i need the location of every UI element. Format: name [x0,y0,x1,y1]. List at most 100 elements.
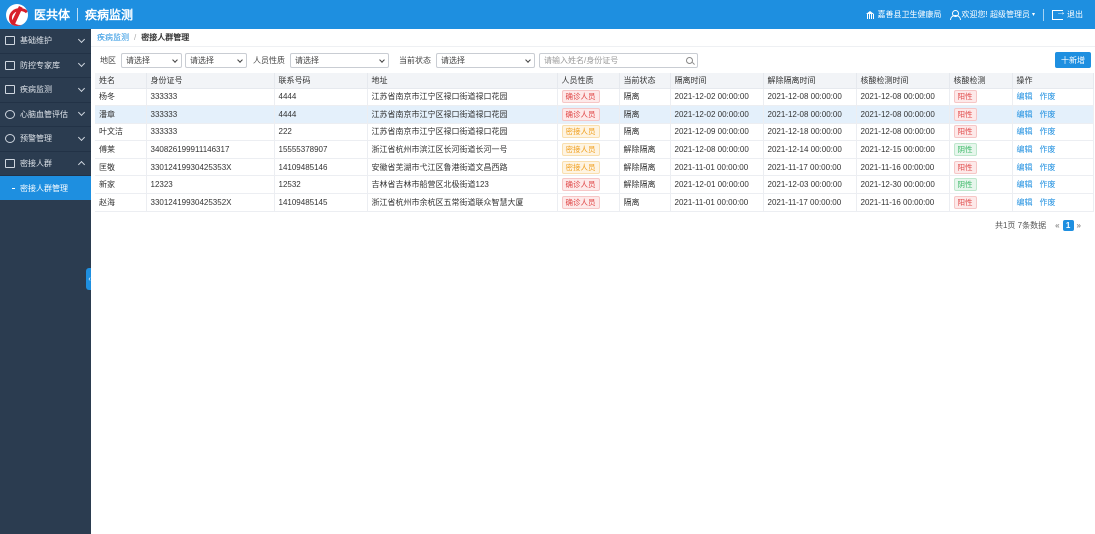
cell-test-time-text: 2021-12-15 00:00:00 [860,145,935,155]
cell-status: 解除隔离 [619,158,671,177]
cell-id-number: 333333 [146,88,275,107]
cell-address-text: 江苏省南京市江宁区禄口街道禄口花园 [371,127,508,137]
table-row[interactable]: 赵海 33012419930425352X 14109485145 浙江省杭州市余杭区… [95,193,1094,212]
region-select-city[interactable]: 请选择 [185,52,247,68]
library-icon [5,60,15,70]
chevron-down-icon: ▾ [1031,12,1035,18]
table-row[interactable]: 潘章 333333 4444 江苏省南京市江宁区禄口街道禄口花园 确诊人员 隔离 2021-… [95,105,1094,124]
table-row[interactable]: 杨冬 333333 4444 江苏省南京市江宁区禄口街道禄口花园 确诊人员 隔离 2021-… [95,88,1094,107]
cell-phone: 4444 [274,88,368,107]
logout-button[interactable]: 退出 [1052,7,1083,20]
cell-isolation-time-text: 2021-11-01 00:00:00 [674,162,749,172]
sidebar-item-close-contacts[interactable]: 密接人群 [0,152,91,176]
status-select[interactable]: 请选择 [436,52,535,68]
cell-isolation-time-text: 2021-11-01 00:00:00 [674,197,749,207]
sidebar-item-basic-maintenance[interactable]: 基础维护 [0,29,91,54]
edit-button[interactable]: 编辑 [1017,198,1033,207]
edit-button[interactable]: 编辑 [1017,92,1033,101]
cell-name: 赵海 [95,193,147,212]
cell-name: 潘章 [95,105,147,124]
sidebar-item-alert-management[interactable]: 预警管理 [0,127,91,152]
cell-name-text: 叶文洁 [99,127,123,137]
void-button[interactable]: 作废 [1040,92,1056,101]
bullet-icon [12,187,15,189]
cell-person-type: 密接人员 [557,158,620,177]
void-button[interactable]: 作废 [1040,145,1056,154]
table-row[interactable]: 叶文洁 333333 222 江苏省南京市江宁区禄口街道禄口花园 密接人员 隔离 2021-… [95,123,1094,142]
breadcrumb-link-disease-monitoring[interactable]: 疾病监测 [97,32,129,43]
cell-status: 隔离 [619,123,671,142]
search-input[interactable]: 请输入姓名/身份证号 [539,52,698,68]
cell-isolation-time-text: 2021-12-02 00:00:00 [674,109,749,119]
test-result-badge: 阳性 [953,195,977,209]
table-row[interactable]: 新家 12323 12532 吉林省吉林市船营区北极街道123 确诊人员 解除隔离 2021… [95,175,1094,195]
next-page-button[interactable]: » [1077,221,1081,230]
cell-id-number-text: 333333 [150,127,178,137]
edit-button[interactable]: 编辑 [1017,163,1033,172]
cell-phone-text: 12532 [278,180,301,190]
pagination: 共1页 7条数据 « 1 » [91,219,1095,231]
person-type-select[interactable]: 请选择 [290,52,389,68]
cell-isolation-time: 2021-11-01 00:00:00 [670,158,764,177]
user-menu[interactable]: 欢迎您! 超级管理员 ▾ [949,9,1035,20]
cell-isolation-time: 2021-12-02 00:00:00 [670,88,764,107]
heart-icon [5,109,15,119]
region-select-province[interactable]: 请选择 [121,52,182,68]
search-icon[interactable] [686,56,693,64]
test-result-badge: 阳性 [953,107,977,121]
cell-actions: 编辑 作废 [1012,105,1094,124]
void-button[interactable]: 作废 [1040,163,1056,172]
sidebar-item-expert-library[interactable]: 防控专家库 [0,54,91,78]
cell-test-time-text: 2021-12-08 00:00:00 [860,127,935,137]
breadcrumb-separator: / [134,33,137,42]
cell-test-result: 阳性 [949,158,1013,177]
edit-button[interactable]: 编辑 [1017,127,1033,136]
column-header: 操作 [1012,73,1094,89]
person-type-badge: 确诊人员 [561,178,600,192]
column-header: 核酸检测时间 [856,73,950,89]
main-content: 疾病监测 / 密接人群管理 地区 请选择 请选择 人员性质 请选择 当前状态 请… [91,29,1095,534]
test-result-badge: 阳性 [953,160,977,174]
cell-person-type: 确诊人员 [557,193,620,212]
sidebar-item-disease-monitoring[interactable]: 疾病监测 [0,78,91,103]
cell-status-text: 解除隔离 [623,145,656,155]
cell-test-time-text: 2021-11-16 00:00:00 [860,197,935,207]
void-button[interactable]: 作废 [1040,127,1056,136]
cell-status-text: 解除隔离 [623,180,656,190]
edit-button[interactable]: 编辑 [1017,110,1033,119]
void-button[interactable]: 作废 [1040,110,1056,119]
cell-test-time: 2021-12-30 00:00:00 [856,175,950,195]
void-button[interactable]: 作废 [1040,180,1056,189]
sidebar-subitem-contact-management[interactable]: 密接人群管理 [0,176,91,200]
cell-name: 叶文洁 [95,123,147,142]
edit-button[interactable]: 编辑 [1017,145,1033,154]
page-number-button[interactable]: 1 [1062,219,1074,231]
cell-test-result: 阳性 [949,123,1013,142]
table-row[interactable]: 匡敬 33012419930425353X 14109485146 安徽省芜湖市弋江区… [95,158,1094,177]
filter-bar: 地区 请选择 请选择 人员性质 请选择 当前状态 请选择 请输入姓名/身份证号 … [91,47,1095,73]
cell-id-number-text: 333333 [150,92,178,102]
cell-release-time: 2021-12-14 00:00:00 [763,140,857,159]
cell-id-number: 333333 [146,123,275,142]
region-label: 地区 [100,55,116,65]
table-row[interactable]: 傅莱 340826199911146317 15555378907 浙江省杭州市滨江区… [95,140,1094,159]
header-right: 嘉善县卫生健康局 欢迎您! 超级管理员 ▾ 退出 [858,7,1083,21]
cell-release-time: 2021-12-18 00:00:00 [763,123,857,142]
test-result-badge: 阴性 [953,178,977,192]
org-info: 嘉善县卫生健康局 [865,9,942,20]
cell-release-time-text: 2021-12-08 00:00:00 [767,92,842,102]
breadcrumb: 疾病监测 / 密接人群管理 [91,29,1095,47]
cell-address: 江苏省南京市江宁区禄口街道禄口花园 [367,88,558,107]
cell-name: 杨冬 [95,88,147,107]
add-button[interactable]: 十新增 [1055,52,1091,68]
edit-button[interactable]: 编辑 [1017,180,1033,189]
cell-release-time: 2021-12-08 00:00:00 [763,88,857,107]
monitor-icon [5,85,15,95]
sidebar-item-cardio-assessment[interactable]: 心脑血管评估 [0,103,91,127]
void-button[interactable]: 作废 [1040,198,1056,207]
column-header: 联系号码 [274,73,368,89]
cell-test-result: 阴性 [949,140,1013,159]
prev-page-button[interactable]: « [1055,221,1059,230]
column-header: 人员性质 [557,73,620,89]
sidebar-item-label: 预警管理 [20,134,52,144]
